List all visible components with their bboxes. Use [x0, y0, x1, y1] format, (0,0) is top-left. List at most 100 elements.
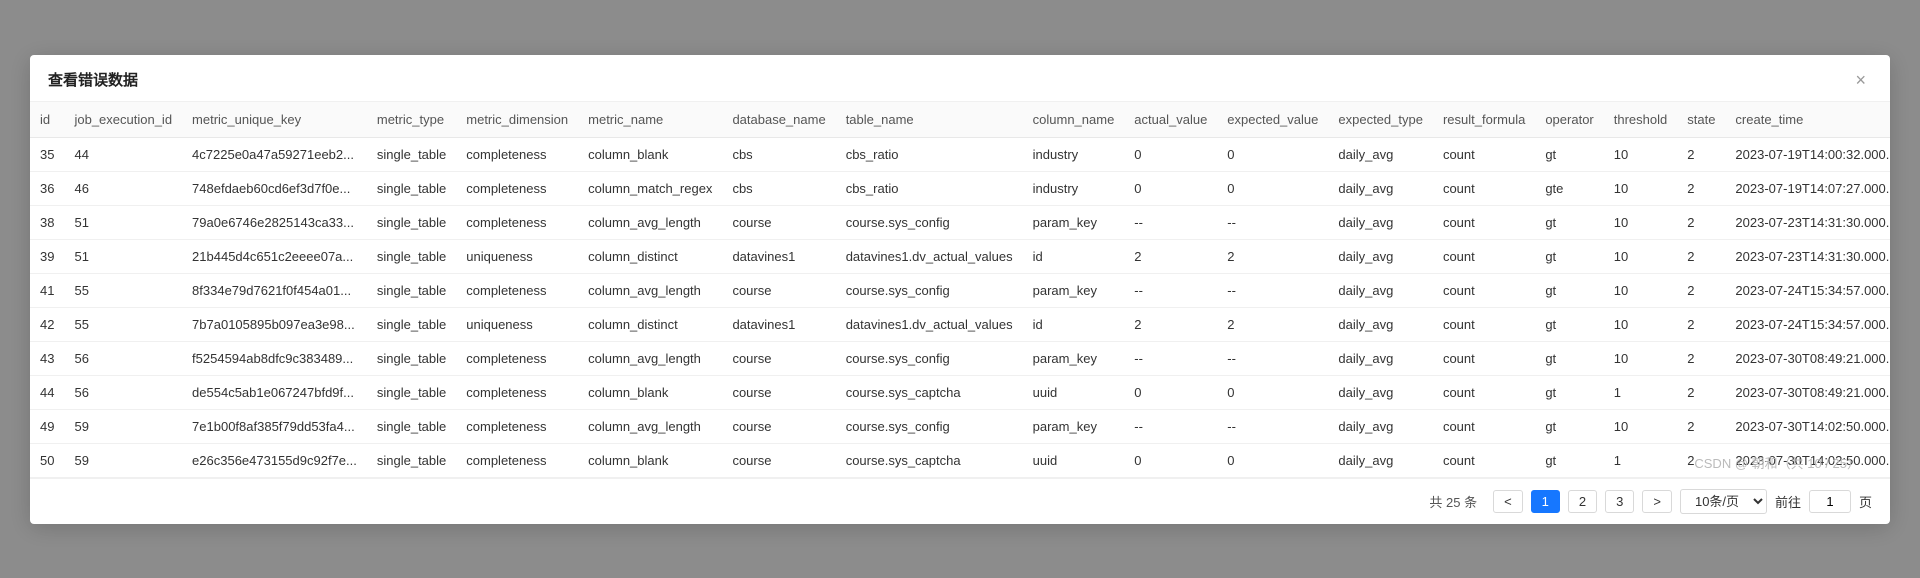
cell-operator: gt — [1535, 239, 1603, 273]
pagination-prev-button[interactable]: < — [1493, 490, 1523, 513]
col-expected-value: expected_value — [1217, 102, 1328, 138]
table-head: id job_execution_id metric_unique_key me… — [30, 102, 1890, 138]
modal-close-button[interactable]: × — [1849, 69, 1872, 91]
table-row: 49597e1b00f8af385f79dd53fa4...single_tab… — [30, 409, 1890, 443]
cell-metric-unique-key: 8f334e79d7621f0f454a01... — [182, 273, 367, 307]
cell-metric-unique-key: f5254594ab8dfc9c383489... — [182, 341, 367, 375]
cell-database-name: course — [722, 443, 835, 477]
cell-result-formula: count — [1433, 307, 1535, 341]
cell-expected-value: -- — [1217, 205, 1328, 239]
cell-operator: gt — [1535, 137, 1603, 171]
data-table: id job_execution_id metric_unique_key me… — [30, 102, 1890, 478]
cell-metric-unique-key: de554c5ab1e067247bfd9f... — [182, 375, 367, 409]
cell-actual-value: 2 — [1124, 239, 1217, 273]
cell-id: 39 — [30, 239, 64, 273]
table-row: 35444c7225e0a47a59271eeb2...single_table… — [30, 137, 1890, 171]
cell-database-name: cbs — [722, 171, 835, 205]
cell-column-name: industry — [1023, 137, 1125, 171]
cell-result-formula: count — [1433, 137, 1535, 171]
cell-metric-dimension: completeness — [456, 273, 578, 307]
cell-job-execution-id: 46 — [64, 171, 182, 205]
pagination-page-2[interactable]: 2 — [1568, 490, 1597, 513]
cell-metric-name: column_avg_length — [578, 409, 722, 443]
cell-threshold: 10 — [1604, 273, 1677, 307]
col-column-name: column_name — [1023, 102, 1125, 138]
pagination-page-size-select[interactable]: 10条/页 20条/页 50条/页 — [1680, 489, 1767, 514]
cell-metric-dimension: completeness — [456, 171, 578, 205]
cell-operator: gt — [1535, 409, 1603, 443]
cell-result-formula: count — [1433, 171, 1535, 205]
cell-metric-dimension: completeness — [456, 375, 578, 409]
cell-job-execution-id: 56 — [64, 341, 182, 375]
cell-metric-dimension: uniqueness — [456, 307, 578, 341]
cell-id: 41 — [30, 273, 64, 307]
cell-state: 2 — [1677, 375, 1725, 409]
cell-table-name: course.sys_config — [836, 205, 1023, 239]
col-table-name: table_name — [836, 102, 1023, 138]
cell-create-time: 2023-07-30T08:49:21.000... — [1725, 375, 1890, 409]
cell-database-name: course — [722, 375, 835, 409]
table-row: 395121b445d4c651c2eeee07a...single_table… — [30, 239, 1890, 273]
cell-id: 38 — [30, 205, 64, 239]
cell-database-name: course — [722, 341, 835, 375]
table-row: 4456de554c5ab1e067247bfd9f...single_tabl… — [30, 375, 1890, 409]
cell-expected-type: daily_avg — [1328, 205, 1433, 239]
cell-result-formula: count — [1433, 205, 1535, 239]
table-row: 4356f5254594ab8dfc9c383489...single_tabl… — [30, 341, 1890, 375]
cell-operator: gt — [1535, 341, 1603, 375]
cell-result-formula: count — [1433, 375, 1535, 409]
cell-table-name: datavines1.dv_actual_values — [836, 307, 1023, 341]
cell-table-name: course.sys_config — [836, 409, 1023, 443]
cell-table-name: datavines1.dv_actual_values — [836, 239, 1023, 273]
cell-column-name: uuid — [1023, 443, 1125, 477]
cell-table-name: course.sys_config — [836, 341, 1023, 375]
pagination-page-1[interactable]: 1 — [1531, 490, 1560, 513]
cell-table-name: course.sys_captcha — [836, 375, 1023, 409]
cell-create-time: 2023-07-30T08:49:21.000... — [1725, 341, 1890, 375]
cell-id: 44 — [30, 375, 64, 409]
cell-column-name: param_key — [1023, 273, 1125, 307]
pagination-page-label: 页 — [1859, 492, 1872, 511]
col-id: id — [30, 102, 64, 138]
cell-job-execution-id: 55 — [64, 307, 182, 341]
table-wrap: id job_execution_id metric_unique_key me… — [30, 102, 1890, 478]
cell-job-execution-id: 44 — [64, 137, 182, 171]
cell-expected-value: -- — [1217, 273, 1328, 307]
cell-state: 2 — [1677, 239, 1725, 273]
modal-footer: 共 25 条 < 1 2 3 > 10条/页 20条/页 50条/页 前往 页 — [30, 478, 1890, 524]
cell-database-name: course — [722, 409, 835, 443]
cell-metric-name: column_avg_length — [578, 273, 722, 307]
cell-expected-value: 0 — [1217, 443, 1328, 477]
cell-metric-name: column_blank — [578, 443, 722, 477]
cell-metric-type: single_table — [367, 341, 456, 375]
pagination-page-3[interactable]: 3 — [1605, 490, 1634, 513]
cell-create-time: 2023-07-30T14:02:50.000... — [1725, 443, 1890, 477]
cell-job-execution-id: 51 — [64, 239, 182, 273]
pagination-goto-input[interactable] — [1809, 490, 1851, 513]
pagination-total: 25 — [1446, 495, 1460, 510]
cell-expected-type: daily_avg — [1328, 273, 1433, 307]
cell-metric-type: single_table — [367, 137, 456, 171]
modal: 查看错误数据 × id job_execution_id metric_uniq… — [30, 55, 1890, 524]
cell-result-formula: count — [1433, 409, 1535, 443]
cell-result-formula: count — [1433, 341, 1535, 375]
cell-result-formula: count — [1433, 239, 1535, 273]
table-body: 35444c7225e0a47a59271eeb2...single_table… — [30, 137, 1890, 477]
cell-state: 2 — [1677, 409, 1725, 443]
cell-expected-type: daily_avg — [1328, 443, 1433, 477]
modal-header: 查看错误数据 × — [30, 55, 1890, 102]
col-operator: operator — [1535, 102, 1603, 138]
col-metric-unique-key: metric_unique_key — [182, 102, 367, 138]
cell-expected-value: -- — [1217, 341, 1328, 375]
cell-create-time: 2023-07-24T15:34:57.000... — [1725, 273, 1890, 307]
modal-title: 查看错误数据 — [48, 69, 138, 90]
modal-overlay: 查看错误数据 × id job_execution_id metric_uniq… — [0, 0, 1920, 578]
cell-actual-value: -- — [1124, 341, 1217, 375]
cell-metric-unique-key: 7b7a0105895b097ea3e98... — [182, 307, 367, 341]
cell-job-execution-id: 56 — [64, 375, 182, 409]
cell-create-time: 2023-07-19T14:00:32.000... — [1725, 137, 1890, 171]
cell-id: 43 — [30, 341, 64, 375]
cell-job-execution-id: 59 — [64, 409, 182, 443]
table-row: 41558f334e79d7621f0f454a01...single_tabl… — [30, 273, 1890, 307]
pagination-next-button[interactable]: > — [1642, 490, 1672, 513]
